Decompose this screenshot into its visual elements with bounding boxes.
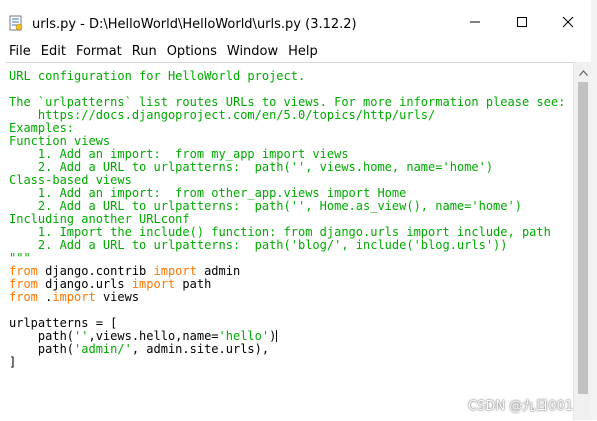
minimize-icon <box>469 15 481 33</box>
code-line: 2. Add a URL to urlpatterns: path('blog/… <box>9 239 565 252</box>
menu-format[interactable]: Format <box>71 44 127 59</box>
code-token: 2. Add a URL to urlpatterns: path('blog/… <box>9 238 508 252</box>
code-line: URL configuration for HelloWorld project… <box>9 70 565 83</box>
code-token: Function views <box>9 134 111 148</box>
menu-edit[interactable]: Edit <box>36 44 71 59</box>
code-token: Class-based views <box>9 173 132 187</box>
code-token: 1. Import the include() function: from d… <box>9 225 551 239</box>
maximize-icon <box>516 15 528 33</box>
code-token: Examples: <box>9 121 75 135</box>
code-token: URL configuration for HelloWorld project… <box>9 69 306 83</box>
code-token: urlpatterns = [ <box>9 316 118 330</box>
close-icon <box>562 15 574 33</box>
code-line: path('admin/', admin.site.urls), <box>9 343 565 356</box>
code-token: admin <box>196 264 241 278</box>
code-token: , admin.site.urls), <box>131 342 270 356</box>
code-line: ] <box>9 356 565 369</box>
code-token: ,views.hello,name= <box>88 329 219 343</box>
code-line: from .import views <box>9 291 565 304</box>
code-token: import <box>52 290 96 304</box>
code-text: """ URL configuration for HelloWorld proj… <box>9 63 566 369</box>
menu-bar: File Edit Format Run Options Window Help <box>0 40 597 62</box>
code-token: from <box>9 290 38 304</box>
menu-window[interactable]: Window <box>222 44 283 59</box>
code-token: Including another URLconf <box>9 212 190 226</box>
chevron-up-icon <box>578 63 588 81</box>
code-token: . <box>37 290 53 304</box>
text-cursor <box>276 330 278 342</box>
close-button[interactable] <box>551 10 585 38</box>
code-token: ) <box>269 329 277 343</box>
code-token: '' <box>74 329 89 343</box>
code-token: 2. Add a URL to urlpatterns: path('', Ho… <box>9 199 522 213</box>
code-line: https://docs.djangoproject.com/en/5.0/to… <box>9 109 565 122</box>
code-token: 2. Add a URL to urlpatterns: path('', vi… <box>9 160 494 174</box>
code-token: path( <box>9 342 75 356</box>
window-title: urls.py - D:\HelloWorld\HelloWorld\urls.… <box>32 17 357 32</box>
menu-file[interactable]: File <box>0 44 36 59</box>
code-editor[interactable]: """ URL configuration for HelloWorld proj… <box>6 62 573 421</box>
code-token: from <box>9 277 38 291</box>
vertical-scrollbar[interactable] <box>573 62 592 420</box>
code-token: """ <box>9 251 31 265</box>
code-token: django.urls <box>37 277 132 291</box>
code-token: 'hello' <box>218 329 270 343</box>
scrollbar-thumb[interactable] <box>578 82 588 394</box>
menu-options[interactable]: Options <box>162 44 222 59</box>
idle-editor-window: urls.py - D:\HelloWorld\HelloWorld\urls.… <box>0 0 597 421</box>
code-token: 1. Add an import: from my_app import vie… <box>9 147 349 161</box>
window-border <box>591 0 597 420</box>
maximize-button[interactable] <box>505 10 539 38</box>
minimize-button[interactable] <box>458 10 492 38</box>
code-token: 'admin/' <box>74 342 132 356</box>
menu-help[interactable]: Help <box>283 44 323 59</box>
scroll-up-arrow[interactable] <box>574 64 592 80</box>
code-token: from <box>9 264 38 278</box>
code-token: import <box>131 277 176 291</box>
code-token: 1. Add an import: from other_app.views i… <box>9 186 407 200</box>
code-token: import <box>153 264 197 278</box>
code-token: The `urlpatterns` list routes URLs to vi… <box>9 95 566 109</box>
code-token: https://docs.djangoproject.com/en/5.0/to… <box>9 108 436 122</box>
code-token: path <box>175 277 212 291</box>
code-token: django.contrib <box>37 264 154 278</box>
code-token: path( <box>9 329 75 343</box>
code-token: views <box>95 290 140 304</box>
code-token: ] <box>9 355 17 369</box>
menu-run[interactable]: Run <box>127 44 162 59</box>
watermark: CSDN @九日001 <box>468 399 574 414</box>
python-file-icon <box>8 15 24 31</box>
